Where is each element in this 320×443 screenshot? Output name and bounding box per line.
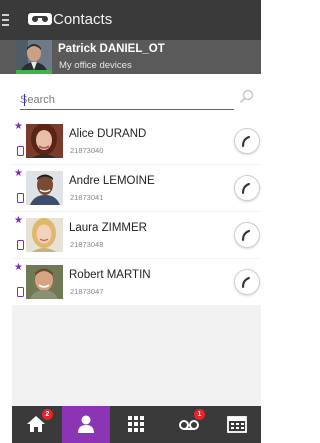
search-bar	[0, 74, 261, 118]
contact-number: 21873041	[70, 193, 104, 202]
search-icon[interactable]	[240, 89, 254, 103]
call-button[interactable]	[234, 128, 260, 154]
phone-call-icon	[242, 230, 250, 241]
mobile-device-icon	[17, 240, 24, 250]
contacts-person-icon	[78, 415, 94, 433]
contact-name: Andre LEMOINE	[69, 175, 155, 187]
phone-call-icon	[242, 136, 250, 147]
call-button[interactable]	[234, 222, 260, 248]
contact-list: ★ Alice DURAND 21873040 ★ Andre LEMOINE …	[12, 118, 261, 406]
contact-row[interactable]: ★ Laura ZIMMER 21873048	[12, 212, 261, 258]
contact-avatar	[26, 124, 63, 158]
contact-avatar	[26, 218, 63, 252]
favorite-star-icon[interactable]: ★	[14, 122, 23, 132]
nav-dialpad[interactable]	[112, 406, 160, 443]
user-name: Patrick DANIEL_OT	[58, 43, 165, 55]
favorite-star-icon[interactable]: ★	[14, 169, 23, 179]
current-user-bar[interactable]: Patrick DANIEL_OT My office devices	[0, 40, 261, 74]
call-button[interactable]	[234, 269, 260, 295]
phone-call-icon	[242, 183, 250, 194]
voicemail-tape-icon	[28, 13, 52, 25]
favorite-star-icon[interactable]: ★	[14, 216, 23, 226]
nav-home[interactable]: 2	[12, 406, 60, 443]
contact-name: Laura ZIMMER	[69, 222, 147, 234]
calendar-icon	[227, 416, 247, 433]
contact-name: Alice DURAND	[69, 128, 147, 140]
hamburger-menu-icon[interactable]	[2, 14, 9, 26]
call-button[interactable]	[234, 175, 260, 201]
app-header: Contacts	[0, 0, 261, 40]
favorite-star-icon[interactable]: ★	[14, 263, 23, 273]
notification-badge: 2	[42, 409, 53, 420]
page-title: Contacts	[53, 11, 113, 28]
bottom-navigation: 2 1	[12, 406, 261, 443]
contact-number: 21873040	[70, 146, 104, 155]
contact-avatar	[26, 265, 63, 299]
user-avatar	[16, 40, 52, 74]
user-subtitle: My office devices	[59, 60, 132, 71]
nav-contacts[interactable]	[62, 406, 110, 443]
contact-name: Robert MARTIN	[69, 269, 151, 281]
nav-voicemail[interactable]: 1	[164, 406, 212, 443]
phone-call-icon	[242, 277, 250, 288]
text-cursor	[24, 94, 25, 106]
mobile-device-icon	[17, 287, 24, 297]
contact-row[interactable]: ★ Andre LEMOINE 21873041	[12, 165, 261, 211]
contact-row[interactable]: ★ Robert MARTIN 21873047	[12, 259, 261, 305]
dialpad-grid-icon	[128, 416, 144, 432]
search-input[interactable]	[20, 91, 234, 110]
notification-badge: 1	[194, 409, 205, 420]
contact-avatar	[26, 171, 63, 205]
contact-number: 21873048	[70, 240, 104, 249]
mobile-device-icon	[17, 193, 24, 203]
mobile-device-icon	[17, 146, 24, 156]
contact-row[interactable]: ★ Alice DURAND 21873040	[12, 118, 261, 164]
contact-number: 21873047	[70, 287, 104, 296]
nav-calendar[interactable]	[213, 406, 261, 443]
